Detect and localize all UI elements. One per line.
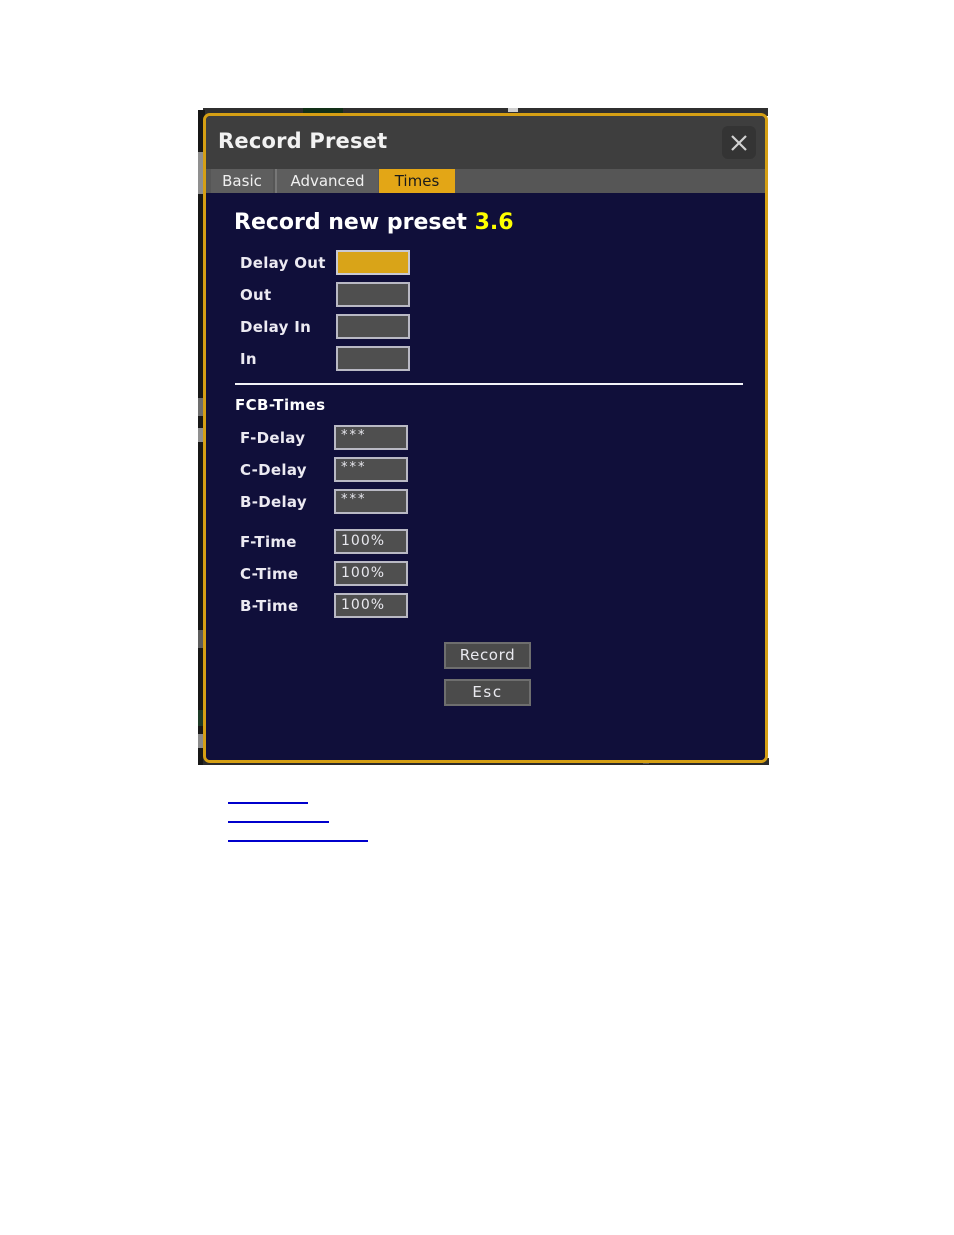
- label-out: Out: [240, 286, 272, 304]
- tab-times[interactable]: Times: [379, 169, 455, 193]
- label-f-delay: F-Delay: [240, 429, 306, 447]
- doc-link-2[interactable]: [228, 807, 329, 823]
- input-delay-out[interactable]: [336, 250, 410, 275]
- input-c-delay[interactable]: ***: [334, 457, 408, 482]
- label-f-time: F-Time: [240, 533, 297, 551]
- input-f-time-value: 100%: [341, 533, 386, 549]
- tab-bar: Basic Advanced Times: [206, 169, 765, 193]
- label-delay-in: Delay In: [240, 318, 312, 336]
- input-c-time-value: 100%: [341, 565, 386, 581]
- input-b-delay-value: ***: [341, 492, 367, 507]
- input-c-delay-value: ***: [341, 460, 367, 475]
- tab-basic[interactable]: Basic: [211, 169, 273, 193]
- input-delay-in[interactable]: [336, 314, 410, 339]
- close-button[interactable]: [722, 126, 756, 159]
- input-out[interactable]: [336, 282, 410, 307]
- tab-advanced[interactable]: Advanced: [275, 169, 378, 193]
- record-button[interactable]: Record: [444, 642, 531, 669]
- input-f-time[interactable]: 100%: [334, 529, 408, 554]
- dialog-titlebar: Record Preset: [206, 116, 765, 169]
- record-preset-dialog: Record Preset Basic Advanced Times Recor…: [203, 113, 768, 763]
- input-f-delay-value: ***: [341, 428, 367, 443]
- input-b-time[interactable]: 100%: [334, 593, 408, 618]
- preset-version: 3.6: [474, 210, 514, 235]
- input-f-delay[interactable]: ***: [334, 425, 408, 450]
- close-icon: [731, 135, 747, 151]
- background-artifact: [508, 108, 518, 112]
- dialog-title: Record Preset: [218, 129, 388, 153]
- doc-link-3[interactable]: [228, 826, 368, 842]
- esc-button[interactable]: Esc: [444, 679, 531, 706]
- label-b-time: B-Time: [240, 597, 299, 615]
- page-title: Record new preset 3.6: [234, 210, 514, 235]
- section-divider: [235, 383, 743, 385]
- fcb-section-title: FCB-Times: [235, 396, 326, 414]
- label-delay-out: Delay Out: [240, 254, 326, 272]
- label-c-delay: C-Delay: [240, 461, 307, 479]
- input-in[interactable]: [336, 346, 410, 371]
- doc-link-1[interactable]: [228, 788, 308, 804]
- input-b-delay[interactable]: ***: [334, 489, 408, 514]
- input-c-time[interactable]: 100%: [334, 561, 408, 586]
- label-b-delay: B-Delay: [240, 493, 307, 511]
- input-b-time-value: 100%: [341, 597, 386, 613]
- label-c-time: C-Time: [240, 565, 299, 583]
- page-title-text: Record new preset: [234, 210, 467, 235]
- label-in: In: [240, 350, 257, 368]
- dialog-body: Record new preset 3.6 Delay Out Out Dela…: [206, 193, 765, 760]
